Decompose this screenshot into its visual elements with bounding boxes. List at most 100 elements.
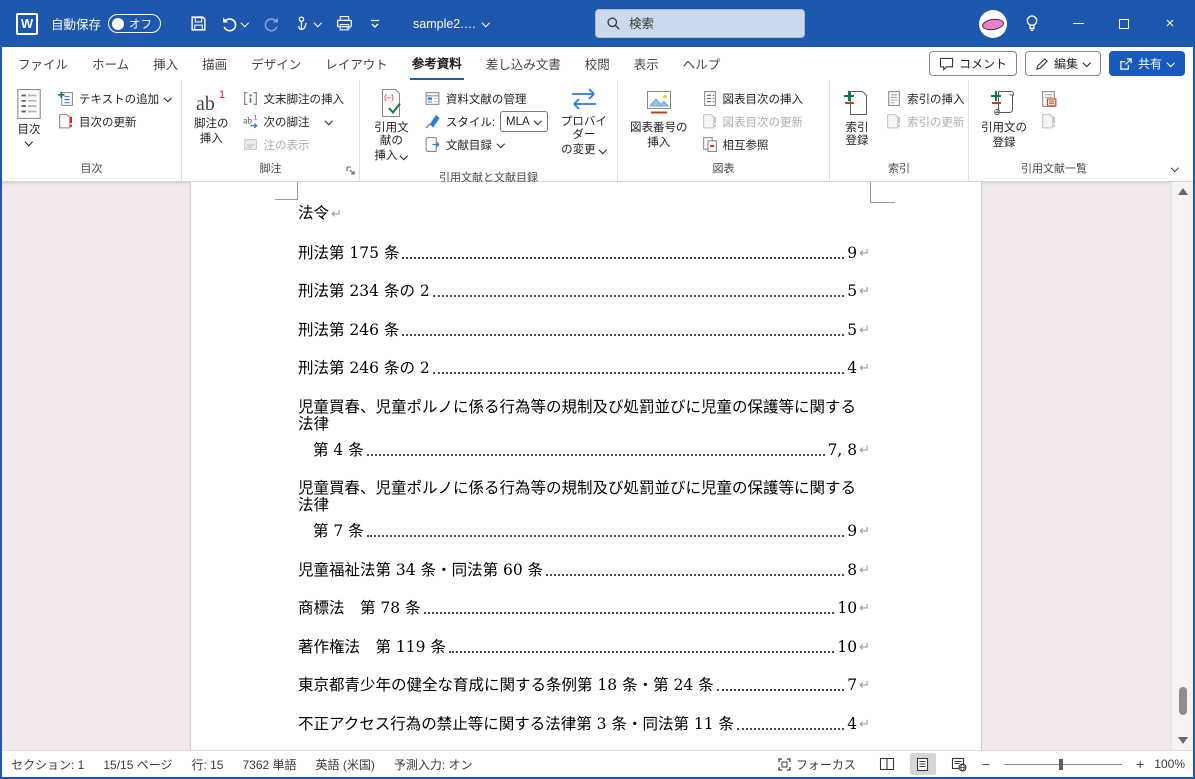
chevron-down-icon — [241, 20, 249, 28]
citation-style-select[interactable]: MLA — [500, 111, 548, 132]
citation-style-label: スタイル: — [445, 116, 496, 129]
tab-file[interactable]: ファイル — [16, 47, 70, 80]
insert-footnote-button[interactable]: ab 1 脚注の 挿入 — [190, 85, 233, 157]
chevron-down-icon — [534, 118, 542, 126]
maximize-button[interactable] — [1101, 0, 1147, 47]
footnotes-dialog-launcher[interactable] — [345, 165, 356, 176]
scroll-up-arrow-icon[interactable] — [1178, 188, 1188, 195]
status-predictive-input[interactable]: 予測入力: オン — [394, 756, 473, 773]
insert-caption-label-1: 図表番号の — [630, 122, 688, 134]
page-content[interactable]: 法令 ↵ 刑法第 175 条 9 ↵ 刑法第 234 条の 2 5 ↵ 刑法第 246 条… — [298, 205, 870, 750]
scroll-down-arrow-icon[interactable] — [1178, 737, 1188, 744]
search-input[interactable] — [629, 16, 779, 31]
insert-endnote-button[interactable]: 文末脚注の挿入 — [239, 87, 348, 110]
editing-mode-button[interactable]: 編集 — [1024, 51, 1101, 76]
quick-access-toolbar — [190, 15, 382, 32]
change-provider-label-1: プロバイダー — [560, 116, 607, 141]
web-layout-button[interactable] — [946, 753, 972, 775]
next-footnote-button[interactable]: ab 1 次の脚注 — [239, 110, 348, 133]
status-line-number[interactable]: 行: 15 — [191, 756, 223, 773]
comments-button[interactable]: コメント — [928, 51, 1017, 76]
insert-caption-button[interactable]: 図表番号の 挿入 — [626, 85, 692, 157]
tell-me-button[interactable] — [1023, 14, 1041, 34]
manage-sources-button[interactable]: 資料文献の管理 — [421, 87, 551, 110]
document-title-menu[interactable]: sample2.… — [413, 17, 490, 31]
add-text-button[interactable]: テキストの追加 — [54, 87, 175, 110]
tab-insert[interactable]: 挿入 — [151, 47, 180, 80]
mark-index-entry-button[interactable]: 索引登録 — [838, 85, 876, 157]
status-page-count[interactable]: 15/15 ページ — [103, 756, 172, 773]
tab-review[interactable]: 校閲 — [583, 47, 612, 80]
share-button[interactable]: 共有 — [1108, 51, 1185, 76]
toc-button[interactable]: 目次 — [10, 85, 48, 157]
tab-layout[interactable]: レイアウト — [323, 47, 390, 80]
svg-text:ab: ab — [243, 116, 252, 127]
tab-home[interactable]: ホーム — [90, 47, 131, 80]
title-bar: W 自動保存 オフ sample2.… 検索 × — [2, 0, 1193, 47]
qat-overflow-icon — [371, 19, 380, 28]
tab-help[interactable]: ヘルプ — [681, 47, 723, 80]
insert-citation-button[interactable]: (–) 引用文献の 挿入 — [368, 85, 415, 166]
zoom-in-button[interactable]: + — [1136, 756, 1144, 772]
status-word-count[interactable]: 7362 単語 — [243, 756, 297, 773]
mark-citation-button[interactable]: 引用文の 登録 — [977, 85, 1031, 157]
print-layout-button[interactable] — [909, 753, 936, 775]
minimize-button[interactable] — [1055, 0, 1101, 47]
document-page[interactable]: 法令 ↵ 刑法第 175 条 9 ↵ 刑法第 234 条の 2 5 ↵ 刑法第 246 条… — [190, 182, 982, 750]
group-index: 索引登録 索引の挿入 索引の更新 索引 — [830, 80, 969, 181]
show-notes-button-disabled[interactable]: 注の表示 — [239, 133, 348, 156]
read-mode-button[interactable] — [874, 753, 900, 775]
zoom-slider-thumb[interactable] — [1059, 758, 1064, 770]
toc-entry-text: 不正アクセス行為の禁止等に関する法律第 3 条・同法第 11 条 — [298, 714, 735, 733]
insert-citation-label-2: 挿入 — [374, 150, 398, 162]
toc-entry-subtext: 第 4 条 — [313, 440, 364, 459]
change-provider-button[interactable]: プロバイダー の変更 — [557, 85, 611, 166]
update-table-of-authorities-button-disabled[interactable] — [1037, 110, 1061, 133]
tab-draw[interactable]: 描画 — [200, 47, 229, 80]
update-table-of-figures-button-disabled[interactable]: 図表目次の更新 — [698, 110, 807, 133]
insert-table-of-authorities-button[interactable] — [1037, 87, 1061, 110]
zoom-slider[interactable] — [1004, 758, 1123, 770]
mark-index-entry-label: 索引登録 — [845, 122, 869, 147]
toc-entry-text: 児童買春、児童ポルノに係る行為等の規制及び処罰並びに児童の保護等に関する法律 — [298, 479, 857, 514]
insert-index-button[interactable]: 索引の挿入 — [882, 87, 968, 110]
status-language[interactable]: 英語 (米国) — [316, 756, 375, 773]
toc-button-label: 目次 — [17, 124, 41, 136]
search-box[interactable] — [595, 9, 805, 38]
tab-design[interactable]: デザイン — [249, 47, 303, 80]
status-section[interactable]: セクション: 1 — [11, 756, 84, 773]
scrollbar-thumb[interactable] — [1179, 687, 1187, 715]
zoom-out-button[interactable]: − — [982, 756, 990, 772]
toc-entry-text: 商標法 第 78 条 — [298, 599, 421, 617]
dot-leader — [423, 612, 835, 614]
collapse-ribbon-button[interactable] — [1171, 165, 1179, 173]
save-button[interactable] — [190, 15, 207, 32]
update-index-button-disabled[interactable]: 索引の更新 — [882, 110, 968, 133]
account-avatar[interactable] — [979, 9, 1007, 38]
cross-reference-button[interactable]: 相互参照 — [698, 133, 807, 156]
tab-view[interactable]: 表示 — [632, 47, 661, 80]
web-layout-icon — [951, 757, 967, 771]
tab-references[interactable]: 参考資料 — [409, 47, 464, 80]
dot-leader — [716, 689, 845, 691]
word-logo-icon[interactable]: W — [16, 12, 38, 35]
undo-button[interactable] — [221, 15, 249, 32]
toc-entry-page: 4 — [847, 714, 858, 733]
toc-entry: 商標法 第 78 条 10 ↵ — [298, 600, 870, 617]
close-button[interactable]: × — [1147, 0, 1193, 47]
zoom-level[interactable]: 100% — [1154, 757, 1185, 771]
print-check-button[interactable] — [336, 15, 354, 32]
insert-table-of-figures-button[interactable]: 図表目次の挿入 — [698, 87, 807, 110]
redo-button-disabled[interactable] — [263, 15, 280, 32]
autosave-switch[interactable]: オフ — [108, 14, 162, 33]
focus-mode-button[interactable]: フォーカス — [778, 756, 856, 773]
bibliography-button[interactable]: 文献目録 — [421, 133, 551, 156]
tab-mailings[interactable]: 差し込み文書 — [484, 47, 563, 80]
autosave-toggle[interactable]: 自動保存 オフ — [51, 14, 162, 33]
vertical-scrollbar[interactable] — [1171, 182, 1193, 750]
update-toc-button[interactable]: 目次の更新 — [54, 110, 175, 133]
insert-index-icon — [888, 91, 900, 106]
dot-leader — [366, 453, 825, 456]
touch-mouse-mode-button[interactable] — [294, 15, 322, 32]
customize-qat-button[interactable] — [368, 17, 382, 31]
